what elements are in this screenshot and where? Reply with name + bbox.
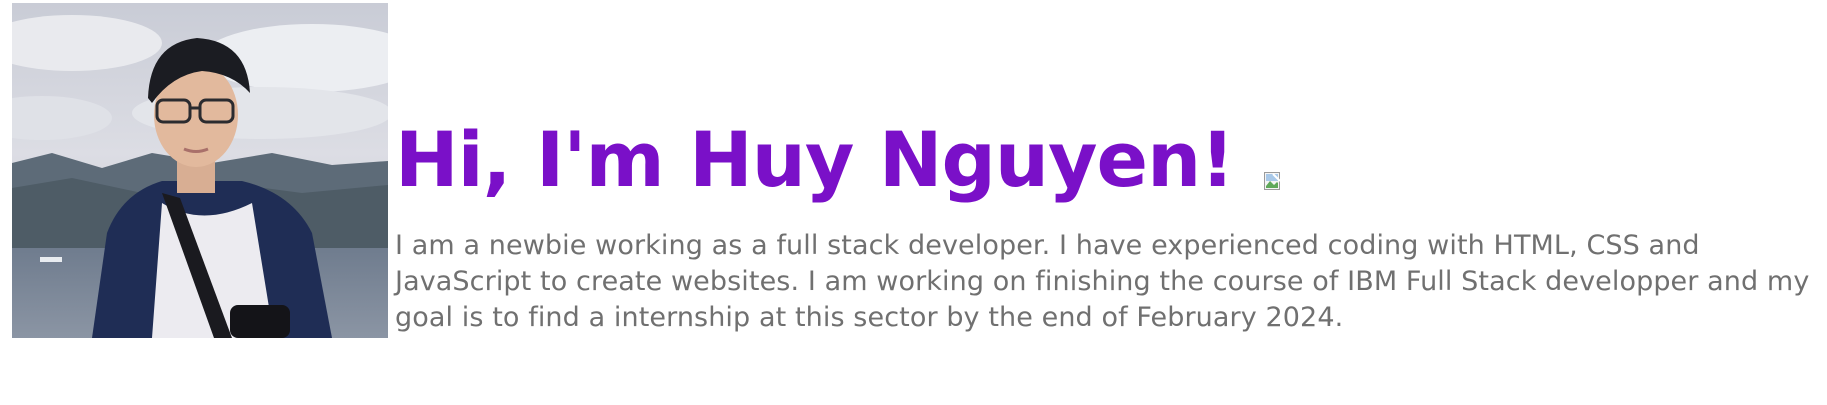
profile-hero: Hi, I'm Huy Nguyen! I am a newbie workin… bbox=[12, 3, 1815, 338]
bio-paragraph: I am a newbie working as a full stack de… bbox=[395, 230, 1810, 333]
intro-block: Hi, I'm Huy Nguyen! I am a newbie workin… bbox=[388, 120, 1815, 338]
greeting-heading: Hi, I'm Huy Nguyen! bbox=[395, 115, 1235, 204]
headline-row: Hi, I'm Huy Nguyen! bbox=[395, 120, 1815, 200]
wave-image-icon bbox=[1263, 172, 1282, 192]
profile-photo bbox=[12, 3, 388, 338]
